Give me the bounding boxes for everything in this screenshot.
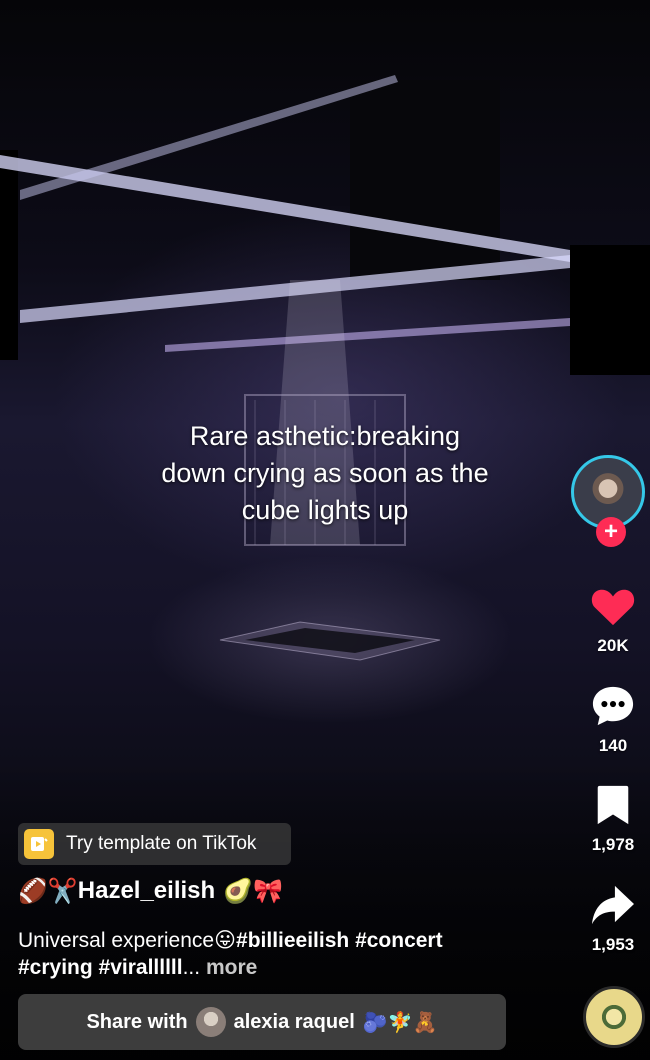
share-prefix: Share with — [86, 1010, 188, 1033]
recipient-avatar — [195, 1007, 226, 1037]
hashtags[interactable]: #billieeilish #concert — [236, 929, 443, 952]
comment-icon — [592, 686, 634, 726]
recipient-emoji: 🫐🧚🧸 — [362, 1010, 438, 1034]
share-with-bar[interactable]: Share with alexia raquel 🫐🧚🧸 — [18, 994, 506, 1050]
like-button[interactable]: 20K — [578, 585, 648, 656]
hashtags-line2[interactable]: #crying #virallllll — [18, 956, 183, 979]
author-username[interactable]: Hazel_eilish — [78, 877, 215, 905]
author-prefix-emoji: 🏈✂️ — [18, 877, 78, 905]
bookmark-button[interactable]: 1,978 — [578, 784, 648, 855]
music-disc-icon[interactable] — [583, 986, 645, 1048]
try-template-chip[interactable]: Try template on TikTok — [18, 823, 291, 865]
plus-icon: + — [603, 518, 618, 545]
description-emoji: 😛 — [214, 928, 237, 952]
video-description[interactable]: Universal experience😛#billieeilish #conc… — [18, 927, 558, 981]
creator-avatar-group[interactable]: + — [571, 455, 650, 547]
description-text: Universal experience — [18, 929, 215, 952]
caption-line: cube lights up — [241, 495, 409, 525]
comment-count: 140 — [598, 736, 628, 755]
like-count: 20K — [597, 636, 629, 655]
description-ellipsis: ... — [182, 956, 206, 979]
share-arrow-icon — [592, 885, 634, 925]
template-icon — [24, 829, 54, 859]
recipient-name: alexia raquel — [233, 1010, 355, 1033]
caption-line: Rare asthetic:breaking — [189, 421, 461, 451]
bookmark-icon — [597, 785, 629, 825]
share-count: 1,953 — [591, 935, 635, 954]
video-caption: Rare asthetic:breaking down crying as so… — [120, 418, 530, 529]
caption-line: down crying as soon as the — [161, 458, 489, 488]
save-count: 1,978 — [591, 835, 635, 854]
follow-plus-button[interactable]: + — [596, 517, 626, 547]
template-label: Try template on TikTok — [66, 833, 257, 854]
share-button[interactable]: 1,953 — [578, 884, 648, 955]
author-suffix-emoji: 🥑🎀 — [223, 877, 283, 905]
more-link[interactable]: more — [206, 956, 257, 979]
author-row[interactable]: 🏈✂️ Hazel_eilish 🥑🎀 — [18, 877, 283, 905]
heart-icon — [591, 589, 635, 626]
comment-button[interactable]: 140 — [578, 683, 648, 756]
